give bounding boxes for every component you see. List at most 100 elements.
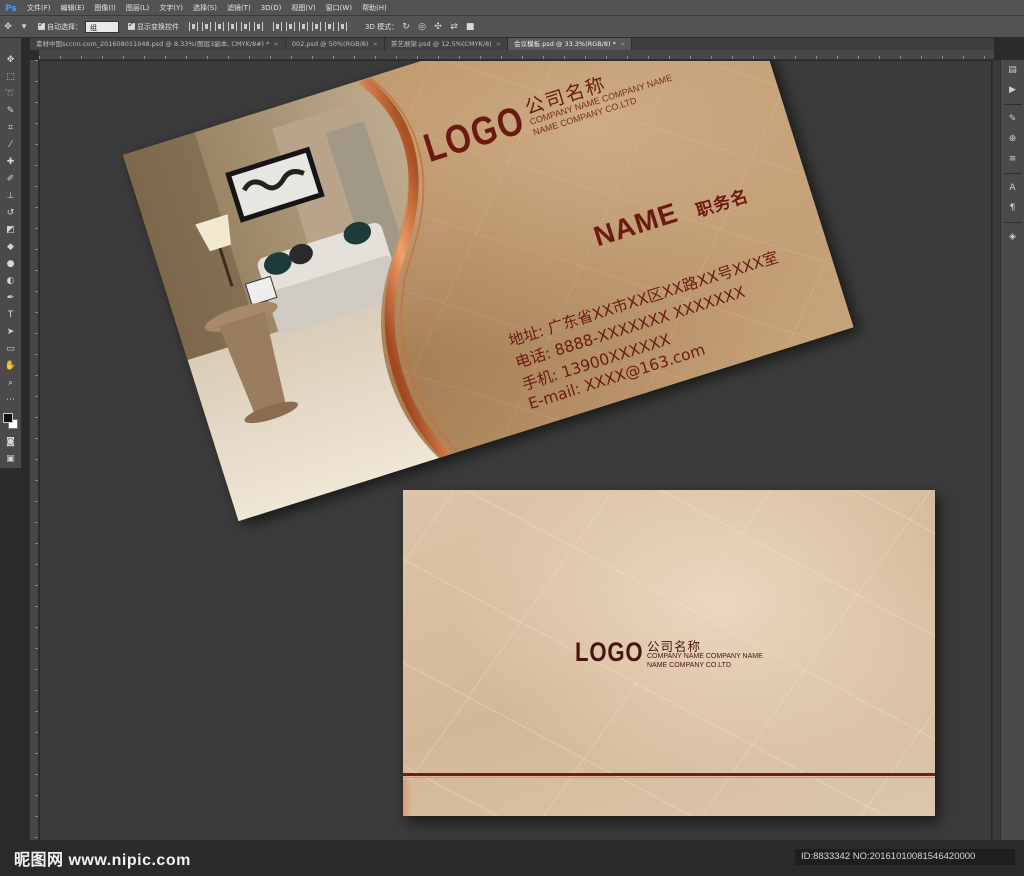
distribute-center-icon[interactable]: [325, 22, 334, 31]
tab-document-1[interactable]: 素材中国sccnn.com_201608011048.psd @ 8.33%(图…: [30, 38, 286, 50]
auto-select-label: 自动选择：: [47, 22, 82, 31]
menu-3d[interactable]: 3D(D): [256, 0, 287, 16]
mode-3d-label: 3D 模式：: [365, 22, 399, 31]
history-brush-tool-icon[interactable]: ↺: [4, 207, 18, 219]
3d-panel-icon[interactable]: ◈: [1006, 231, 1020, 243]
move-tool-icon[interactable]: ✥: [4, 54, 18, 66]
back-logo: LOGO: [575, 637, 644, 667]
history-panel-icon[interactable]: ▤: [1006, 64, 1020, 76]
close-icon[interactable]: ×: [496, 40, 501, 48]
blur-tool-icon[interactable]: ●: [4, 258, 18, 270]
shape-tool-icon[interactable]: ▭: [4, 343, 18, 355]
roll-3d-icon[interactable]: ◎: [417, 22, 427, 32]
panel-dock: ▤ ▶ ✎ ⊕ ≡ A ¶ ◈: [1000, 60, 1024, 876]
character-panel-icon[interactable]: A: [1006, 182, 1020, 194]
menu-type[interactable]: 文字(Y): [154, 0, 188, 16]
back-divider-line: [403, 773, 935, 776]
color-swatches[interactable]: [2, 413, 19, 431]
paragraph-panel-icon[interactable]: ¶: [1006, 202, 1020, 214]
eraser-tool-icon[interactable]: ◩: [4, 224, 18, 236]
more-tools-icon[interactable]: ⋯: [4, 394, 18, 406]
photoshop-logo: Ps: [5, 2, 17, 13]
menu-file[interactable]: 文件(F): [22, 0, 56, 16]
foreground-color-swatch[interactable]: [2, 413, 13, 423]
actions-panel-icon[interactable]: ▶: [1006, 84, 1020, 96]
menu-image[interactable]: 图像(I): [89, 0, 121, 16]
tab-document-4[interactable]: 会议模板.psd @ 33.3%(RGB/8) * ×: [508, 38, 633, 50]
brush-tool-icon[interactable]: ✐: [4, 173, 18, 185]
menu-window[interactable]: 窗口(W): [321, 0, 357, 16]
ruler-horizontal[interactable]: [39, 50, 994, 60]
auto-select-dropdown[interactable]: 组: [85, 20, 119, 33]
align-middle-icon[interactable]: [202, 22, 211, 31]
healing-brush-tool-icon[interactable]: ✚: [4, 156, 18, 168]
ruler-vertical[interactable]: [30, 60, 39, 840]
options-bar: ✥ ▾ 自动选择： 组 显示变换控件 3D 模式： ↻ ◎ ✣ ⇄ ■: [0, 16, 1024, 38]
close-icon[interactable]: ×: [273, 40, 278, 48]
panel-divider: [1003, 222, 1022, 223]
path-select-tool-icon[interactable]: ➤: [4, 326, 18, 338]
clone-source-panel-icon[interactable]: ⊕: [1006, 133, 1020, 145]
distribute-top-icon[interactable]: [273, 22, 282, 31]
stamp-tool-icon[interactable]: ⊥: [4, 190, 18, 202]
brush-presets-icon[interactable]: ≡: [1006, 153, 1020, 165]
crop-tool-icon[interactable]: ⌗: [4, 122, 18, 134]
slide-3d-icon[interactable]: ⇄: [449, 22, 459, 32]
menu-filter[interactable]: 滤镜(T): [222, 0, 256, 16]
back-edge-accent: [403, 780, 413, 816]
show-transform-checkbox[interactable]: [128, 20, 135, 30]
tab-label: 会议模板.psd @ 33.3%(RGB/8) *: [514, 40, 616, 48]
close-icon[interactable]: ×: [372, 40, 377, 48]
document-tabs: 素材中国sccnn.com_201608011048.psd @ 8.33%(图…: [30, 38, 994, 50]
tab-document-2[interactable]: 002.psd @ 50%(RGB/8) ×: [285, 38, 385, 50]
tab-label: 002.psd @ 50%(RGB/8): [291, 40, 369, 48]
marquee-tool-icon[interactable]: ⬚: [4, 71, 18, 83]
dodge-tool-icon[interactable]: ◐: [4, 275, 18, 287]
zoom-tool-icon[interactable]: ⌕: [4, 377, 18, 389]
tab-document-3[interactable]: 茶艺展架.psd @ 12.5%(CMYK/8) ×: [384, 38, 509, 50]
document-canvas[interactable]: LOGO 公司名称 COMPANY NAME COMPANY NAME NAME…: [40, 61, 991, 840]
type-tool-icon[interactable]: T: [4, 309, 18, 321]
close-icon[interactable]: ×: [620, 40, 625, 48]
menu-view[interactable]: 视图(V): [286, 0, 320, 16]
menu-layer[interactable]: 图层(L): [121, 0, 154, 16]
hand-tool-icon[interactable]: ✋: [4, 360, 18, 372]
brush-panel-icon[interactable]: ✎: [1006, 113, 1020, 125]
scale-3d-icon[interactable]: ■: [465, 22, 475, 32]
menu-bar: Ps 文件(F) 编辑(E) 图像(I) 图层(L) 文字(Y) 选择(S) 滤…: [0, 0, 1024, 16]
nipic-watermark: 昵图网 www.nipic.com: [14, 852, 191, 869]
auto-select-checkbox[interactable]: [38, 20, 45, 30]
drag-3d-icon[interactable]: ✣: [433, 22, 443, 32]
quick-mask-icon[interactable]: ◙: [4, 436, 18, 448]
align-buttons: [189, 22, 263, 31]
vertical-scrollbar[interactable]: [992, 60, 1000, 840]
menu-edit[interactable]: 编辑(E): [56, 0, 90, 16]
paint-bucket-tool-icon[interactable]: ◆: [4, 241, 18, 253]
image-id-label: ID:8833342 NO:20161010081546420000: [795, 849, 1015, 865]
back-divider-highlight: [403, 777, 935, 778]
chevron-down-icon[interactable]: ▾: [19, 22, 29, 32]
distribute-right-icon[interactable]: [338, 22, 347, 31]
pen-tool-icon[interactable]: ✒: [4, 292, 18, 304]
move-tool-icon[interactable]: ✥: [3, 22, 13, 32]
align-center-icon[interactable]: [241, 22, 250, 31]
distribute-bottom-icon[interactable]: [299, 22, 308, 31]
distribute-middle-icon[interactable]: [286, 22, 295, 31]
align-right-icon[interactable]: [254, 22, 263, 31]
menu-help[interactable]: 帮助(H): [357, 0, 392, 16]
align-left-icon[interactable]: [228, 22, 237, 31]
quick-select-tool-icon[interactable]: ✎: [4, 105, 18, 117]
distribute-left-icon[interactable]: [312, 22, 321, 31]
align-bottom-icon[interactable]: [215, 22, 224, 31]
tab-label: 茶艺展架.psd @ 12.5%(CMYK/8): [390, 40, 492, 48]
align-top-icon[interactable]: [189, 22, 198, 31]
panel-divider: [1003, 104, 1022, 105]
rotate-3d-icon[interactable]: ↻: [401, 22, 411, 32]
back-company-subtitle-1: COMPANY NAME COMPANY NAME: [647, 653, 763, 660]
lasso-tool-icon[interactable]: ➰: [4, 88, 18, 100]
screen-mode-icon[interactable]: ▣: [4, 453, 18, 465]
eyedropper-tool-icon[interactable]: ⁄: [4, 139, 18, 151]
business-card-back: LOGO 公司名称 COMPANY NAME COMPANY NAME NAME…: [403, 490, 935, 816]
menu-select[interactable]: 选择(S): [188, 0, 222, 16]
show-transform-label: 显示变换控件: [137, 22, 179, 31]
